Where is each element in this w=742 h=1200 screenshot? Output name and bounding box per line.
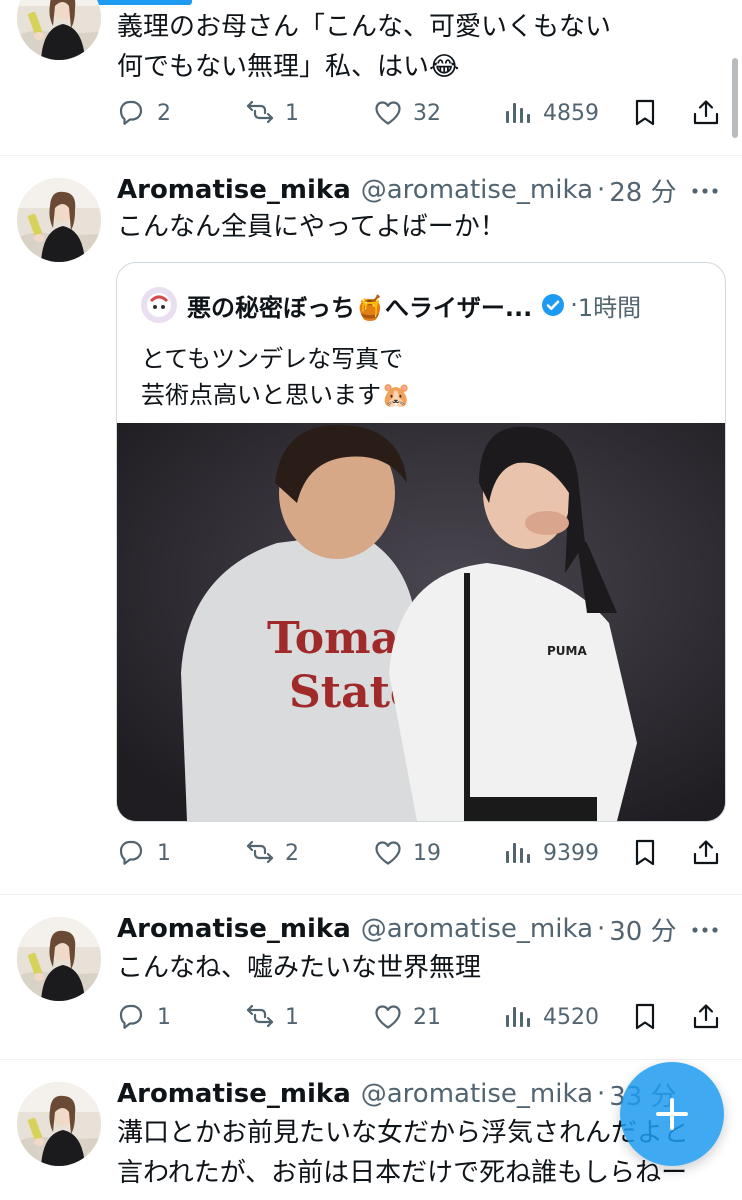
share-icon (693, 840, 719, 865)
more-button[interactable] (690, 176, 720, 206)
like-button[interactable]: 32 (373, 93, 441, 133)
heart-icon (375, 101, 401, 125)
repost-button[interactable]: 1 (245, 93, 299, 133)
quoted-tweet[interactable]: 悪の秘密ぼっち🍯へライザー... · 1時間 とてもツンデレな写真で 芸術点高い… (116, 262, 726, 822)
bookmark-icon (635, 1003, 655, 1030)
tweet-text: こんなね、嘘みたいな世界無理 (117, 953, 482, 983)
views-icon (506, 843, 530, 863)
reply-button[interactable]: 1 (117, 833, 171, 873)
bookmark-button[interactable] (631, 93, 661, 133)
views-count: 4520 (543, 1004, 599, 1030)
tweet-text-line-2: 何でもない無理」私、はい😂 (117, 52, 460, 82)
heart-icon (375, 1005, 401, 1029)
quoted-photo[interactable]: Tomat State PUMA (117, 423, 725, 821)
quoted-avatar (141, 287, 177, 323)
shirt-text-3: PUMA (547, 644, 587, 658)
reply-button[interactable]: 2 (117, 93, 171, 133)
quoted-timestamp: 1時間 (577, 293, 642, 322)
plus-icon (656, 1098, 688, 1130)
reply-count: 1 (157, 1004, 171, 1030)
repost-count: 2 (285, 840, 299, 866)
more-button[interactable] (690, 915, 720, 945)
timestamp[interactable]: 30 分 (609, 911, 676, 948)
repost-icon (246, 100, 274, 124)
tweet-actions: 1 2 19 9399 (117, 833, 727, 873)
tweet-1[interactable]: 義理のお母さん「こんな、可愛いくもない 何でもない無理」私、はい😂 2 1 32… (0, 0, 742, 156)
verified-badge-icon (542, 294, 565, 316)
user-handle[interactable]: @aromatise_mika (361, 1079, 593, 1109)
reply-button[interactable]: 1 (117, 997, 171, 1037)
tweet-actions: 2 1 32 4859 (117, 93, 727, 133)
views-icon (506, 1007, 530, 1027)
bookmark-icon (635, 99, 655, 126)
share-icon (693, 1004, 719, 1029)
compose-button[interactable] (620, 1062, 724, 1166)
repost-count: 1 (285, 100, 299, 126)
repost-button[interactable]: 1 (245, 997, 299, 1037)
avatar[interactable] (17, 1082, 101, 1166)
tweet-header: Aromatise_mika @aromatise_mika · 28 分 (117, 170, 677, 210)
views-icon (506, 103, 530, 123)
reply-count: 1 (157, 840, 171, 866)
tweet-3[interactable]: Aromatise_mika @aromatise_mika · 30 分 こん… (0, 895, 742, 1059)
tweet-text-line-1: 義理のお母さん「こんな、可愛いくもない (117, 12, 612, 42)
user-handle[interactable]: @aromatise_mika (361, 175, 593, 205)
repost-icon (246, 1004, 274, 1028)
repost-button[interactable]: 2 (245, 833, 299, 873)
views-button[interactable]: 4520 (503, 997, 599, 1037)
bookmark-button[interactable] (631, 833, 661, 873)
share-button[interactable] (691, 997, 721, 1037)
reply-icon (119, 840, 143, 865)
quoted-tweet-header: 悪の秘密ぼっち🍯へライザー... · 1時間 (141, 285, 641, 325)
views-button[interactable]: 4859 (503, 93, 599, 133)
quoted-text-line-2: 芸術点高いと思います🐹 (141, 381, 411, 409)
tweet-text-line-1: 溝口とかお前見たいな女だから浮気されんだよと (117, 1118, 690, 1148)
bookmark-button[interactable] (631, 997, 661, 1037)
views-count: 9399 (543, 840, 599, 866)
display-name[interactable]: Aromatise_mika (117, 1079, 351, 1109)
avatar[interactable] (17, 917, 101, 1001)
repost-count: 1 (285, 1004, 299, 1030)
quoted-text-line-1: とてもツンデレな写真で (141, 345, 404, 373)
like-count: 21 (413, 1004, 441, 1030)
like-count: 19 (413, 840, 441, 866)
share-icon (693, 100, 719, 125)
reply-count: 2 (157, 100, 171, 126)
avatar[interactable] (17, 178, 101, 262)
bookmark-icon (635, 839, 655, 866)
avatar[interactable] (17, 0, 101, 60)
display-name[interactable]: Aromatise_mika (117, 914, 351, 944)
like-button[interactable]: 19 (373, 833, 441, 873)
views-button[interactable]: 9399 (503, 833, 599, 873)
more-icon (692, 927, 718, 933)
reply-icon (119, 100, 143, 125)
display-name[interactable]: Aromatise_mika (117, 175, 351, 205)
reply-icon (119, 1004, 143, 1029)
repost-icon (246, 840, 274, 864)
share-button[interactable] (691, 93, 721, 133)
tweet-header: Aromatise_mika @aromatise_mika · 33 分 (117, 1074, 677, 1114)
quoted-display-name: 悪の秘密ぼっち🍯へライザー... (187, 293, 533, 322)
tweet-text-line-2: 言われたが、お前は日本だけで死ね誰もしらねー (117, 1158, 688, 1188)
tweet-header: Aromatise_mika @aromatise_mika · 30 分 (117, 909, 677, 949)
tweet-text: こんなん全員にやってよばーか！ (117, 212, 506, 242)
heart-icon (375, 841, 401, 865)
share-button[interactable] (691, 833, 721, 873)
like-count: 32 (413, 100, 441, 126)
tweet-actions: 1 1 21 4520 (117, 997, 727, 1037)
views-count: 4859 (543, 100, 599, 126)
user-handle[interactable]: @aromatise_mika (361, 914, 593, 944)
like-button[interactable]: 21 (373, 997, 441, 1037)
timestamp[interactable]: 28 分 (609, 172, 676, 209)
more-icon (692, 188, 718, 194)
